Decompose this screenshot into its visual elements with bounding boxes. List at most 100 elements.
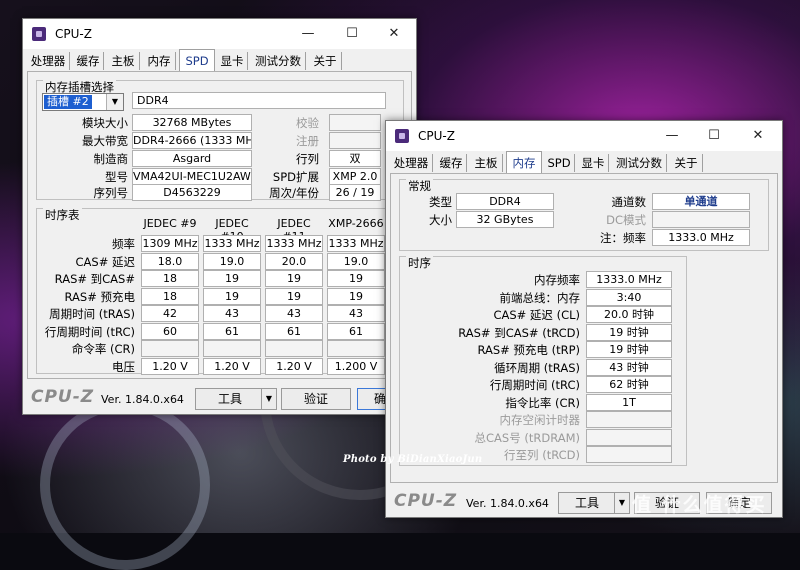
timing-row-label: 周期时间 (tRAS) — [49, 307, 135, 321]
tab-2[interactable]: 主板 — [470, 154, 503, 172]
tab-0[interactable]: 处理器 — [390, 154, 433, 172]
size-label: 大小 — [429, 213, 452, 227]
timing-column-header: JEDEC #9 — [143, 217, 197, 230]
timing-row-label: 总CAS号 (tRDRAM) — [474, 430, 581, 445]
general-title: 常规 — [406, 178, 433, 194]
timing-column-header: XMP-2666 — [328, 217, 384, 230]
timing-cell: 43 — [265, 305, 323, 322]
spd-panel: 内存插槽选择 插槽 #2 ▼ DDR4 模块大小 32768 MBytes 校验… — [27, 71, 412, 379]
timing-cell: 1333 MHz — [265, 235, 323, 252]
chevron-down-icon: ▼ — [106, 94, 123, 110]
tools-dropdown-button[interactable]: ▼ — [261, 388, 277, 410]
tab-1[interactable]: 缓存 — [436, 154, 467, 172]
timing-cell: 19 — [265, 287, 323, 305]
timing-cell: 61 — [203, 322, 261, 340]
timings-group: 时序 内存频率 1333.0 MHz 前端总线：内存 3:40 CAS# 延迟 (CL)… — [399, 255, 687, 466]
timings-title: 时序 — [406, 255, 433, 271]
timing-row-label: RAS# 预充电 — [64, 289, 135, 304]
timing-cell: 19 — [327, 270, 385, 287]
channels-label: 通道数 — [611, 195, 647, 209]
max-bandwidth-label: 最大带宽 — [82, 134, 128, 148]
timing-row-label: 电压 — [112, 359, 135, 374]
tab-4[interactable]: SPD — [179, 49, 215, 72]
timing-cell — [265, 340, 323, 357]
tab-3[interactable]: 内存 — [506, 151, 542, 174]
memory-type-value: DDR4 — [132, 92, 386, 109]
week-year-label: 周次/年份 — [269, 186, 319, 200]
tab-7[interactable]: 关于 — [309, 52, 342, 70]
tools-button[interactable]: 工具 — [195, 388, 265, 410]
timing-cell: 18 — [141, 270, 199, 287]
cpuz-app-icon — [395, 129, 409, 143]
serial-label: 序列号 — [93, 186, 129, 200]
module-size-label: 模块大小 — [82, 116, 128, 130]
max-bandwidth-value: DDR4-2666 (1333 MHz) — [132, 132, 252, 149]
timing-row-value: 20.0 时钟 — [586, 306, 672, 323]
timing-row-label: RAS# 到CAS# (tRCD) — [458, 325, 580, 340]
chevron-down-icon: ▼ — [618, 498, 626, 507]
version-text: Ver. 1.84.0.x64 — [101, 393, 184, 406]
title-bar[interactable]: CPU-Z — ☐ ✕ — [386, 121, 782, 151]
title-bar[interactable]: CPU-Z — ☐ ✕ — [23, 19, 416, 49]
tools-dropdown-button[interactable]: ▼ — [614, 492, 630, 514]
check-value — [329, 114, 381, 131]
slot-select[interactable]: 插槽 #2 ▼ — [42, 93, 124, 111]
close-icon[interactable]: ✕ — [384, 24, 404, 44]
check-label: 校验 — [296, 116, 319, 130]
timing-row-label: CAS# 延迟 — [75, 254, 136, 269]
tools-button[interactable]: 工具 — [558, 492, 616, 514]
size-value: 32 GBytes — [456, 211, 554, 228]
window-title: CPU-Z — [55, 27, 92, 41]
maximize-icon[interactable]: ☐ — [704, 126, 724, 146]
rank-label: 行列 — [296, 152, 319, 166]
timing-cell: 60 — [141, 322, 199, 340]
tab-5[interactable]: 显卡 — [217, 52, 248, 70]
close-icon[interactable]: ✕ — [748, 126, 768, 146]
tab-4[interactable]: SPD — [544, 154, 575, 172]
tab-3[interactable]: 内存 — [143, 52, 176, 70]
timing-cell: 20.0 — [265, 252, 323, 270]
tab-5[interactable]: 显卡 — [578, 154, 609, 172]
timing-row-value — [586, 428, 672, 446]
cpuz-brand: CPU-Z — [31, 387, 95, 407]
tab-0[interactable]: 处理器 — [27, 52, 70, 70]
tab-bar: 处理器 缓存 主板 内存 SPD 显卡 测试分数 关于 — [386, 151, 782, 174]
timing-cell: 1333 MHz — [327, 235, 385, 252]
serial-value: D4563229 — [132, 184, 252, 201]
cpuz-app-icon — [32, 27, 46, 41]
timing-cell — [141, 340, 199, 357]
timing-cell: 19 — [203, 270, 261, 287]
maximize-icon[interactable]: ☐ — [342, 24, 362, 44]
register-value — [329, 132, 381, 149]
validate-button[interactable]: 验证 — [281, 388, 351, 410]
timing-row-label: 前端总线：内存 — [499, 290, 581, 305]
timings-table-group: 时序表 JEDEC #9JEDEC #10JEDEC #11XMP-2666频率… — [36, 207, 404, 375]
timing-row-value: 43 时钟 — [586, 358, 672, 376]
tab-6[interactable]: 测试分数 — [612, 154, 667, 172]
model-value: VMA42UI-MEC1U2AW2 — [132, 168, 252, 185]
timing-row-value: 62 时钟 — [586, 376, 672, 393]
timing-row-label: 内存频率 — [534, 273, 580, 287]
timing-row-value: 19 时钟 — [586, 323, 672, 341]
photo-credit: Photo by BiDianXiaoJun — [343, 454, 483, 465]
tab-7[interactable]: 关于 — [670, 154, 703, 172]
timing-row-label: 循环周期 (tRAS) — [494, 360, 580, 375]
manufacturer-value: Asgard — [132, 150, 252, 167]
tab-2[interactable]: 主板 — [107, 52, 140, 70]
dc-mode-label: DC模式 — [606, 213, 646, 227]
cpuz-window-spd: CPU-Z — ☐ ✕ 处理器 缓存 主板 内存 SPD 显卡 测试分数 关于 内存插槽选择 … — [22, 18, 417, 415]
timing-row-label: 行周期时间 (tRC) — [44, 324, 135, 339]
minimize-icon[interactable]: — — [298, 24, 318, 44]
spd-ext-value: XMP 2.0 — [329, 168, 381, 185]
timing-cell: 1.20 V — [141, 357, 199, 375]
slot-group: 内存插槽选择 插槽 #2 ▼ DDR4 模块大小 32768 MBytes 校验… — [36, 79, 404, 201]
timing-cell: 19.0 — [327, 252, 385, 270]
timing-row-value: 3:40 — [586, 288, 672, 306]
timing-row-label: 频率 — [112, 237, 135, 251]
type-value: DDR4 — [456, 193, 554, 210]
tab-1[interactable]: 缓存 — [73, 52, 104, 70]
timing-cell: 61 — [327, 322, 385, 340]
tab-6[interactable]: 测试分数 — [251, 52, 306, 70]
timing-cell: 61 — [265, 322, 323, 340]
minimize-icon[interactable]: — — [662, 126, 682, 146]
